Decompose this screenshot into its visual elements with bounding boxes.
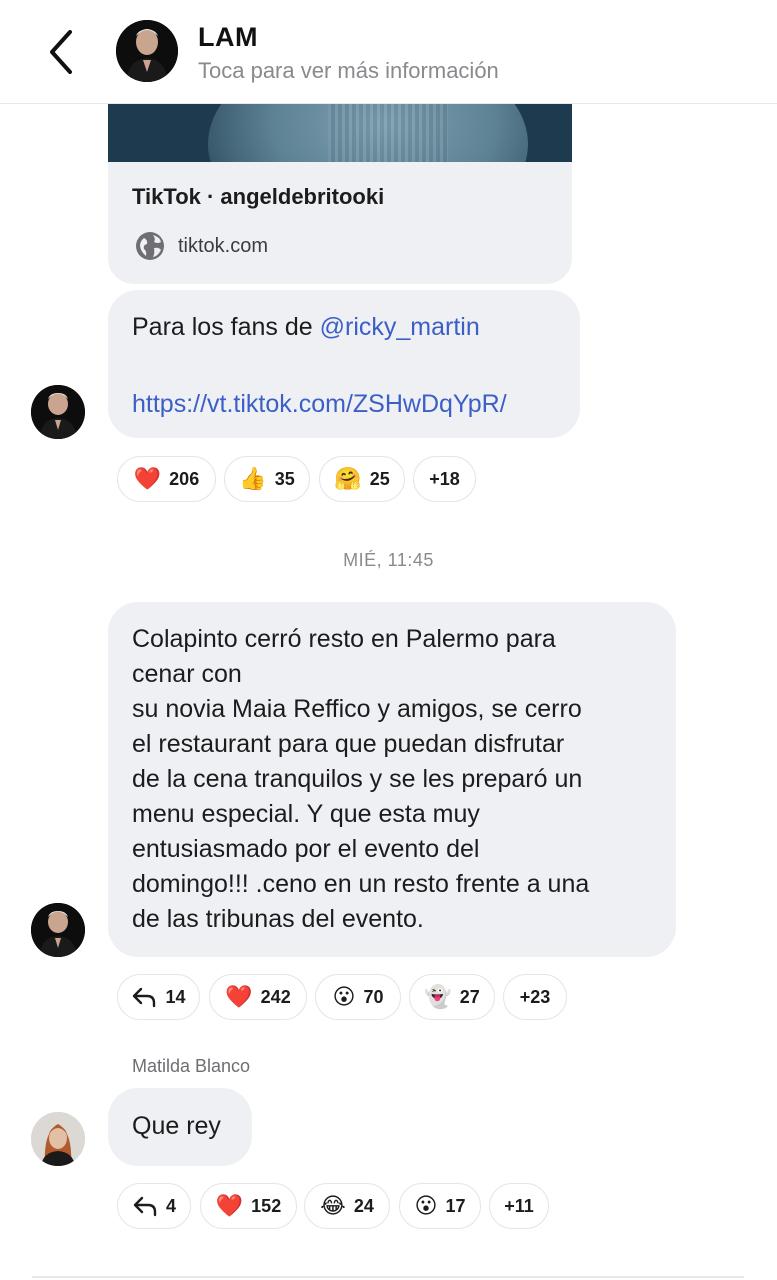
message-bubble[interactable]: Para los fans de @ricky_martin https://v… [108, 290, 580, 438]
reaction-heart[interactable]: ❤️ 242 [209, 974, 307, 1020]
header-avatar[interactable] [116, 20, 178, 82]
link-preview-title: TikTok · angeldebritooki [132, 184, 385, 209]
reaction-laughing[interactable]: 😂 24 [304, 1183, 390, 1229]
message-text: Que rey [132, 1112, 221, 1140]
reaction-heart[interactable]: ❤️ 206 [117, 456, 216, 502]
reply-icon [133, 1196, 157, 1217]
reaction-count: 27 [459, 986, 480, 1007]
message-line: Colapinto cerró resto en Palermo para [132, 625, 556, 653]
mention-link[interactable]: @ricky_martin [320, 313, 480, 341]
reaction-ghost[interactable]: 👻 27 [409, 974, 495, 1020]
message-line: menu especial. Y que esta muy [132, 800, 480, 828]
hug-face-icon: 🤗 [334, 466, 362, 491]
laughing-face-icon: 😂 [320, 1193, 346, 1218]
thumbs-up-icon: 👍 [239, 466, 267, 491]
reaction-thumbs-up[interactable]: 👍 35 [224, 456, 310, 502]
reaction-count: 206 [169, 468, 200, 489]
ghost-icon: 👻 [424, 984, 452, 1009]
reaction-reply[interactable]: 14 [117, 974, 200, 1020]
reaction-count: +18 [429, 468, 460, 489]
message-bubble[interactable]: Colapinto cerró resto en Palermo para ce… [108, 602, 676, 957]
message-line: su novia Maia Reffico y amigos, se cerro [132, 695, 582, 723]
reaction-count: 24 [353, 1195, 374, 1216]
reaction-count: +11 [504, 1195, 534, 1216]
heart-icon: ❤️ [215, 1193, 244, 1218]
reaction-count: 242 [260, 986, 291, 1007]
heart-icon: ❤️ [133, 466, 162, 491]
reaction-surprised[interactable]: 😮 70 [315, 974, 401, 1020]
reaction-count: 70 [363, 986, 384, 1007]
divider [32, 1276, 744, 1278]
reaction-more[interactable]: +11 [489, 1183, 549, 1229]
date-separator: MIÉ, 11:45 [343, 550, 434, 570]
reaction-reply[interactable]: 4 [117, 1183, 191, 1229]
reaction-hug[interactable]: 🤗 25 [319, 456, 405, 502]
chat-header: LAM Toca para ver más información [0, 0, 777, 104]
contact-subtitle[interactable]: Toca para ver más información [198, 58, 499, 84]
reaction-surprised[interactable]: 😮 17 [399, 1183, 481, 1229]
reaction-more[interactable]: +18 [413, 456, 476, 502]
reaction-count: 35 [274, 468, 295, 489]
globe-icon [136, 232, 164, 260]
surprised-face-icon: 😮 [414, 1193, 438, 1218]
reaction-count: 17 [445, 1195, 466, 1216]
message-text: Para los fans de @ricky_martin [132, 313, 480, 341]
message-line: cenar con [132, 660, 242, 688]
message-bubble[interactable]: Que rey [108, 1088, 252, 1166]
message-line: de la cena tranquilos y se les preparó u… [132, 765, 583, 793]
sender-avatar[interactable] [31, 1112, 85, 1166]
message-line: entusiasmado por el evento del [132, 835, 480, 863]
back-chevron-icon[interactable] [44, 28, 80, 76]
reaction-more[interactable]: +23 [503, 974, 567, 1020]
reaction-count: 25 [369, 468, 390, 489]
sender-avatar[interactable] [31, 903, 85, 957]
reaction-count: 4 [165, 1195, 176, 1216]
reply-icon [133, 987, 156, 1008]
link-preview-card[interactable]: TikTok · angeldebritooki tiktok.com [108, 104, 572, 284]
reaction-heart[interactable]: ❤️ 152 [200, 1183, 297, 1229]
surprised-face-icon: 😮 [332, 984, 356, 1009]
sender-name[interactable]: Matilda Blanco [132, 1056, 250, 1077]
reaction-count: +23 [519, 986, 551, 1007]
reaction-count: 152 [251, 1195, 282, 1216]
reaction-count: 14 [165, 986, 186, 1007]
contact-name[interactable]: LAM [198, 22, 258, 53]
link-preview-thumbnail [108, 104, 572, 162]
message-line: el restaurant para que puedan disfrutar [132, 730, 565, 758]
message-url-link[interactable]: https://vt.tiktok.com/ZSHwDqYpR/ [132, 387, 556, 422]
heart-icon: ❤️ [225, 984, 253, 1009]
message-line: de las tribunas del evento. [132, 905, 424, 933]
link-preview-domain: tiktok.com [178, 235, 269, 257]
message-line: domingo!!! .ceno en un resto frente a un… [132, 870, 590, 898]
sender-avatar[interactable] [31, 385, 85, 439]
